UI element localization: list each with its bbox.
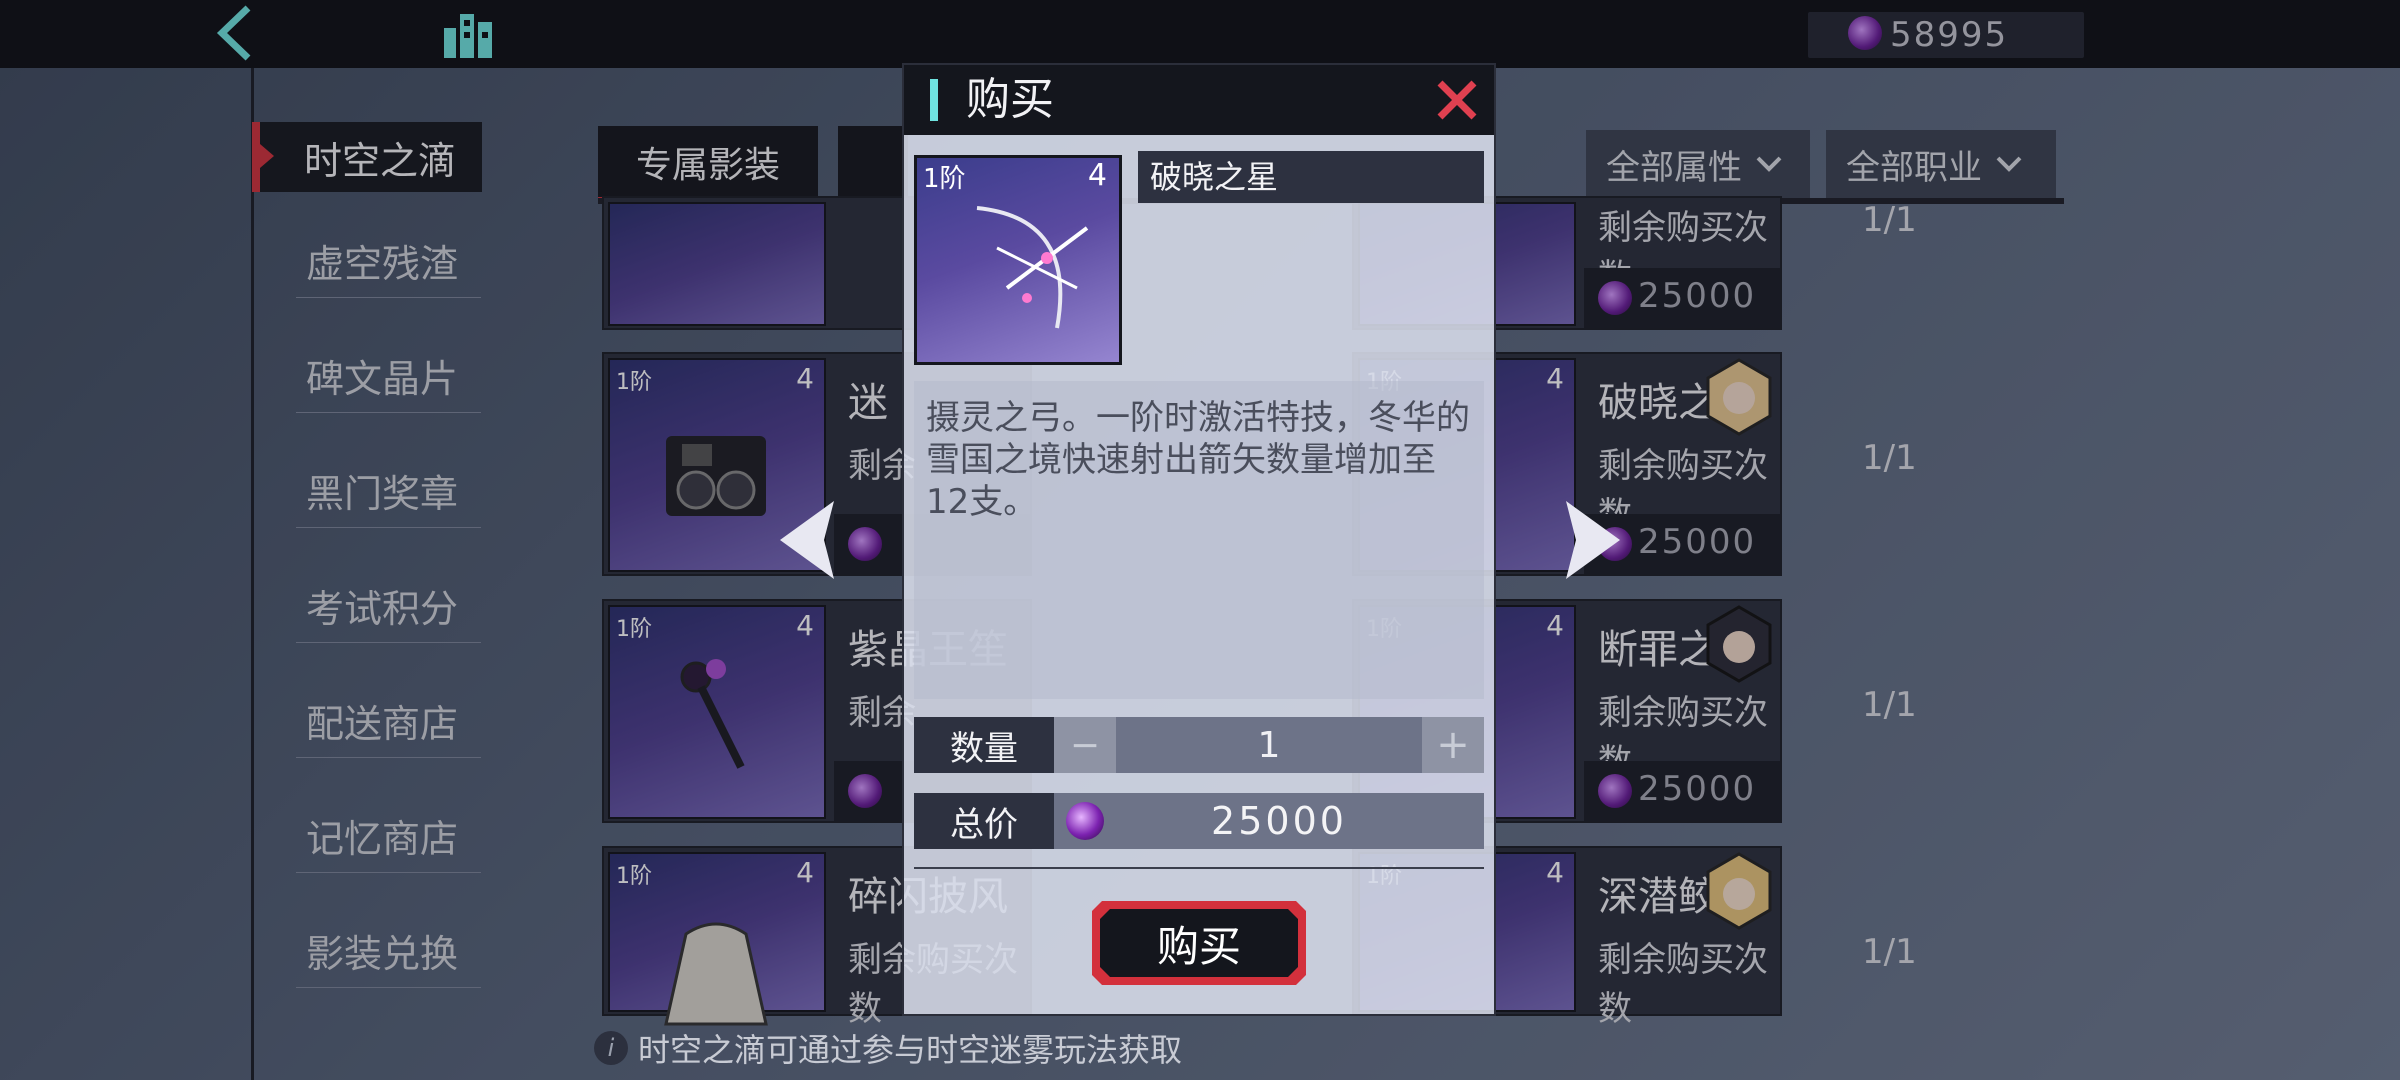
next-arrow-icon[interactable] — [1558, 495, 1628, 585]
decrease-button[interactable]: − — [1054, 717, 1116, 773]
item-name: 破晓之星 — [1138, 151, 1484, 203]
title-accent — [930, 79, 938, 121]
info-text: 时空之滴可通过参与时空迷雾玩法获取 — [638, 1031, 1183, 1069]
total-label: 总价 — [914, 793, 1054, 849]
item-preview: 1阶 4 — [914, 155, 1122, 365]
buy-button[interactable]: 购买 — [1088, 897, 1310, 989]
gem-icon — [1066, 802, 1104, 840]
divider — [914, 867, 1484, 869]
purchase-dialog: 购买 1阶 4 破晓之星 摄灵之弓。一阶时激活特技，冬华的雪国之境快速射出箭矢数… — [902, 63, 1496, 1016]
item-description: 摄灵之弓。一阶时激活特技，冬华的雪国之境快速射出箭矢数量增加至12支。 — [926, 398, 1470, 522]
total-value: 25000 — [1211, 799, 1347, 843]
quantity-value[interactable]: 1 — [1116, 717, 1422, 773]
increase-button[interactable]: + — [1422, 717, 1484, 773]
bow-icon — [976, 206, 1089, 329]
close-icon[interactable] — [1434, 77, 1480, 123]
quantity-label: 数量 — [914, 717, 1054, 773]
quantity-stepper: 数量 − 1 + — [914, 717, 1484, 773]
dialog-title: 购买 — [966, 74, 1054, 125]
total-price-row: 总价 25000 — [914, 793, 1484, 849]
info-hint: i 时空之滴可通过参与时空迷雾玩法获取 — [594, 1025, 1182, 1071]
info-icon: i — [594, 1031, 628, 1065]
prev-arrow-icon[interactable] — [772, 495, 842, 585]
